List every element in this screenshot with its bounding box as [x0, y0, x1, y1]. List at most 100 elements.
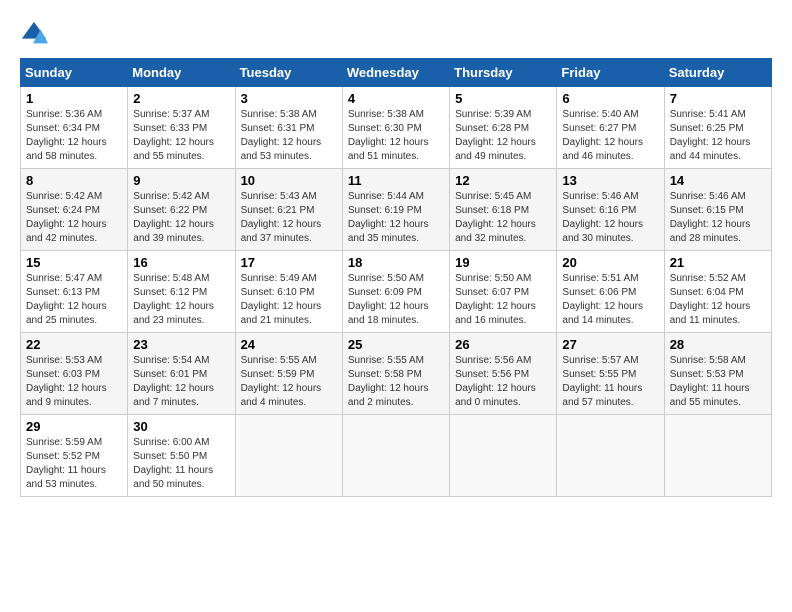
col-header-sunday: Sunday — [21, 59, 128, 87]
day-info: Sunrise: 5:38 AM Sunset: 6:30 PM Dayligh… — [348, 108, 444, 164]
day-info: Sunrise: 5:37 AM Sunset: 6:33 PM Dayligh… — [133, 108, 229, 164]
day-info: Sunrise: 5:44 AM Sunset: 6:19 PM Dayligh… — [348, 190, 444, 246]
col-header-monday: Monday — [128, 59, 235, 87]
day-info: Sunrise: 5:42 AM Sunset: 6:24 PM Dayligh… — [26, 190, 122, 246]
calendar-cell: 29 Sunrise: 5:59 AM Sunset: 5:52 PM Dayl… — [21, 415, 128, 497]
day-number: 10 — [241, 173, 337, 188]
calendar-cell: 12 Sunrise: 5:45 AM Sunset: 6:18 PM Dayl… — [450, 169, 557, 251]
day-info: Sunrise: 5:58 AM Sunset: 5:53 PM Dayligh… — [670, 354, 766, 410]
day-info: Sunrise: 5:46 AM Sunset: 6:15 PM Dayligh… — [670, 190, 766, 246]
calendar-cell: 17 Sunrise: 5:49 AM Sunset: 6:10 PM Dayl… — [235, 251, 342, 333]
day-info: Sunrise: 5:38 AM Sunset: 6:31 PM Dayligh… — [241, 108, 337, 164]
day-number: 13 — [562, 173, 658, 188]
day-info: Sunrise: 5:57 AM Sunset: 5:55 PM Dayligh… — [562, 354, 658, 410]
col-header-thursday: Thursday — [450, 59, 557, 87]
day-info: Sunrise: 5:56 AM Sunset: 5:56 PM Dayligh… — [455, 354, 551, 410]
day-number: 30 — [133, 419, 229, 434]
calendar-cell — [235, 415, 342, 497]
calendar-cell: 1 Sunrise: 5:36 AM Sunset: 6:34 PM Dayli… — [21, 87, 128, 169]
day-number: 15 — [26, 255, 122, 270]
page-header — [20, 20, 772, 48]
calendar-cell: 10 Sunrise: 5:43 AM Sunset: 6:21 PM Dayl… — [235, 169, 342, 251]
calendar-cell: 15 Sunrise: 5:47 AM Sunset: 6:13 PM Dayl… — [21, 251, 128, 333]
calendar-cell: 13 Sunrise: 5:46 AM Sunset: 6:16 PM Dayl… — [557, 169, 664, 251]
day-number: 18 — [348, 255, 444, 270]
day-number: 28 — [670, 337, 766, 352]
calendar-cell: 22 Sunrise: 5:53 AM Sunset: 6:03 PM Dayl… — [21, 333, 128, 415]
col-header-tuesday: Tuesday — [235, 59, 342, 87]
day-number: 20 — [562, 255, 658, 270]
calendar-cell: 19 Sunrise: 5:50 AM Sunset: 6:07 PM Dayl… — [450, 251, 557, 333]
col-header-friday: Friday — [557, 59, 664, 87]
calendar-week-1: 1 Sunrise: 5:36 AM Sunset: 6:34 PM Dayli… — [21, 87, 772, 169]
calendar-cell: 25 Sunrise: 5:55 AM Sunset: 5:58 PM Dayl… — [342, 333, 449, 415]
calendar-cell: 28 Sunrise: 5:58 AM Sunset: 5:53 PM Dayl… — [664, 333, 771, 415]
calendar-table: SundayMondayTuesdayWednesdayThursdayFrid… — [20, 58, 772, 497]
day-info: Sunrise: 5:47 AM Sunset: 6:13 PM Dayligh… — [26, 272, 122, 328]
calendar-cell — [557, 415, 664, 497]
day-number: 17 — [241, 255, 337, 270]
day-number: 7 — [670, 91, 766, 106]
calendar-cell: 9 Sunrise: 5:42 AM Sunset: 6:22 PM Dayli… — [128, 169, 235, 251]
calendar-cell: 4 Sunrise: 5:38 AM Sunset: 6:30 PM Dayli… — [342, 87, 449, 169]
calendar-cell: 30 Sunrise: 6:00 AM Sunset: 5:50 PM Dayl… — [128, 415, 235, 497]
day-number: 5 — [455, 91, 551, 106]
day-info: Sunrise: 5:51 AM Sunset: 6:06 PM Dayligh… — [562, 272, 658, 328]
calendar-week-4: 22 Sunrise: 5:53 AM Sunset: 6:03 PM Dayl… — [21, 333, 772, 415]
day-info: Sunrise: 5:40 AM Sunset: 6:27 PM Dayligh… — [562, 108, 658, 164]
day-info: Sunrise: 5:53 AM Sunset: 6:03 PM Dayligh… — [26, 354, 122, 410]
logo-icon — [20, 20, 48, 48]
day-info: Sunrise: 5:42 AM Sunset: 6:22 PM Dayligh… — [133, 190, 229, 246]
calendar-cell: 24 Sunrise: 5:55 AM Sunset: 5:59 PM Dayl… — [235, 333, 342, 415]
day-info: Sunrise: 5:55 AM Sunset: 5:59 PM Dayligh… — [241, 354, 337, 410]
day-info: Sunrise: 5:39 AM Sunset: 6:28 PM Dayligh… — [455, 108, 551, 164]
day-info: Sunrise: 5:41 AM Sunset: 6:25 PM Dayligh… — [670, 108, 766, 164]
day-info: Sunrise: 5:45 AM Sunset: 6:18 PM Dayligh… — [455, 190, 551, 246]
day-number: 24 — [241, 337, 337, 352]
day-info: Sunrise: 5:55 AM Sunset: 5:58 PM Dayligh… — [348, 354, 444, 410]
day-number: 16 — [133, 255, 229, 270]
day-number: 29 — [26, 419, 122, 434]
calendar-cell: 18 Sunrise: 5:50 AM Sunset: 6:09 PM Dayl… — [342, 251, 449, 333]
calendar-cell: 3 Sunrise: 5:38 AM Sunset: 6:31 PM Dayli… — [235, 87, 342, 169]
calendar-cell: 7 Sunrise: 5:41 AM Sunset: 6:25 PM Dayli… — [664, 87, 771, 169]
calendar-week-2: 8 Sunrise: 5:42 AM Sunset: 6:24 PM Dayli… — [21, 169, 772, 251]
day-number: 14 — [670, 173, 766, 188]
day-info: Sunrise: 5:43 AM Sunset: 6:21 PM Dayligh… — [241, 190, 337, 246]
day-info: Sunrise: 5:36 AM Sunset: 6:34 PM Dayligh… — [26, 108, 122, 164]
calendar-cell — [342, 415, 449, 497]
day-number: 21 — [670, 255, 766, 270]
day-info: Sunrise: 5:49 AM Sunset: 6:10 PM Dayligh… — [241, 272, 337, 328]
day-number: 22 — [26, 337, 122, 352]
calendar-header-row: SundayMondayTuesdayWednesdayThursdayFrid… — [21, 59, 772, 87]
col-header-wednesday: Wednesday — [342, 59, 449, 87]
day-number: 23 — [133, 337, 229, 352]
day-number: 8 — [26, 173, 122, 188]
calendar-cell: 16 Sunrise: 5:48 AM Sunset: 6:12 PM Dayl… — [128, 251, 235, 333]
calendar-cell: 27 Sunrise: 5:57 AM Sunset: 5:55 PM Dayl… — [557, 333, 664, 415]
day-info: Sunrise: 5:52 AM Sunset: 6:04 PM Dayligh… — [670, 272, 766, 328]
calendar-week-5: 29 Sunrise: 5:59 AM Sunset: 5:52 PM Dayl… — [21, 415, 772, 497]
calendar-cell: 6 Sunrise: 5:40 AM Sunset: 6:27 PM Dayli… — [557, 87, 664, 169]
calendar-cell: 23 Sunrise: 5:54 AM Sunset: 6:01 PM Dayl… — [128, 333, 235, 415]
calendar-cell: 11 Sunrise: 5:44 AM Sunset: 6:19 PM Dayl… — [342, 169, 449, 251]
calendar-cell: 2 Sunrise: 5:37 AM Sunset: 6:33 PM Dayli… — [128, 87, 235, 169]
day-number: 19 — [455, 255, 551, 270]
day-number: 26 — [455, 337, 551, 352]
day-info: Sunrise: 5:50 AM Sunset: 6:09 PM Dayligh… — [348, 272, 444, 328]
day-number: 27 — [562, 337, 658, 352]
day-number: 3 — [241, 91, 337, 106]
calendar-cell: 8 Sunrise: 5:42 AM Sunset: 6:24 PM Dayli… — [21, 169, 128, 251]
calendar-cell — [664, 415, 771, 497]
col-header-saturday: Saturday — [664, 59, 771, 87]
day-number: 6 — [562, 91, 658, 106]
calendar-cell: 14 Sunrise: 5:46 AM Sunset: 6:15 PM Dayl… — [664, 169, 771, 251]
day-info: Sunrise: 5:54 AM Sunset: 6:01 PM Dayligh… — [133, 354, 229, 410]
day-number: 1 — [26, 91, 122, 106]
day-number: 4 — [348, 91, 444, 106]
calendar-cell: 5 Sunrise: 5:39 AM Sunset: 6:28 PM Dayli… — [450, 87, 557, 169]
day-info: Sunrise: 5:59 AM Sunset: 5:52 PM Dayligh… — [26, 436, 122, 492]
logo — [20, 20, 52, 48]
day-number: 2 — [133, 91, 229, 106]
day-number: 9 — [133, 173, 229, 188]
